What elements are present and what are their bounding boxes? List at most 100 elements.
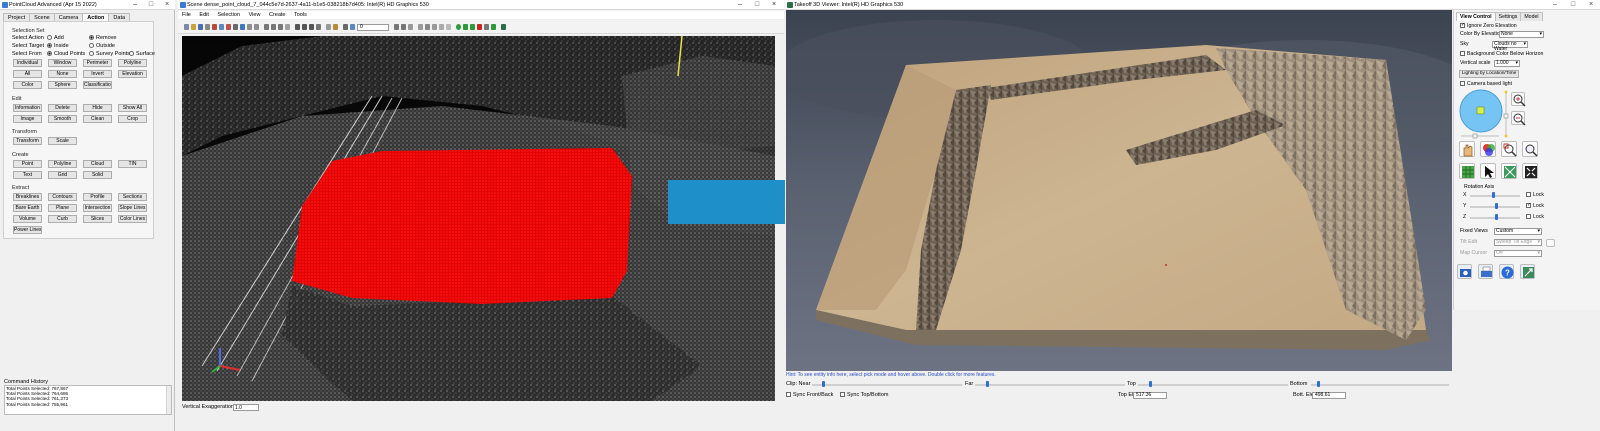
information-button[interactable]: Information (13, 104, 42, 112)
menu-view[interactable]: View (249, 12, 261, 18)
zoom-in-icon[interactable] (1511, 92, 1526, 107)
tilt-edit-select[interactable]: Sweep Tilt Edge (1494, 239, 1542, 246)
tab-action[interactable]: Action (82, 13, 110, 21)
tab-project[interactable]: Project (3, 13, 31, 21)
bottom-thumb[interactable] (1317, 381, 1320, 387)
far-slider[interactable] (975, 384, 1125, 386)
fixed-views-select[interactable]: Custom (1494, 228, 1542, 235)
tilt-edit-tool-icon[interactable] (1546, 239, 1555, 247)
top-elev-field[interactable]: 517.36 (1133, 392, 1167, 399)
vertical-scale-select[interactable]: 1.000 (1494, 60, 1520, 67)
menu-selection[interactable]: Selection (217, 12, 240, 18)
takeoff-icon[interactable] (491, 24, 496, 30)
perimeter-button[interactable]: Perimeter (83, 59, 112, 67)
radio-surface[interactable]: Surface (129, 51, 155, 57)
radio-outside[interactable]: Outside (89, 43, 115, 49)
zoom-extents-icon[interactable] (1522, 141, 1538, 157)
record-icon[interactable] (477, 24, 482, 30)
radio-inside[interactable]: Inside (47, 43, 69, 49)
grid-button[interactable]: Grid (48, 171, 77, 179)
menu-tools[interactable]: Tools (294, 12, 307, 18)
tab-data[interactable]: Data (108, 13, 131, 21)
open-icon[interactable] (191, 24, 196, 30)
smooth-button[interactable]: Smooth (48, 115, 77, 123)
delete-icon[interactable] (226, 24, 231, 30)
profile-button[interactable]: Profile (83, 193, 112, 201)
clean-button[interactable]: Clean (83, 115, 112, 123)
pick-mode-icon[interactable] (1501, 163, 1517, 179)
zoom-out-icon[interactable] (302, 24, 307, 30)
sync-front-back-checkbox[interactable]: Sync Front/Back (786, 392, 833, 398)
curb-button[interactable]: Curb (48, 215, 77, 223)
command-history-list[interactable]: Total Points Selected: 767,867 Total Poi… (4, 385, 172, 415)
fit-icon[interactable] (285, 24, 290, 30)
slope-lines-button[interactable]: Slope Lines (118, 204, 147, 212)
clip-near-slider[interactable] (812, 384, 962, 386)
points-toggle-icon[interactable] (343, 24, 348, 30)
new-icon[interactable] (184, 24, 189, 30)
radio-survey-points[interactable]: Survey Points (89, 51, 130, 57)
top-thumb[interactable] (1149, 381, 1152, 387)
profile-icon[interactable] (425, 24, 430, 30)
snap-icon[interactable] (401, 24, 406, 30)
copy-icon[interactable] (219, 24, 224, 30)
vertical-exaggeration-select[interactable]: 1.0 (233, 404, 259, 411)
filter-icon[interactable] (408, 24, 413, 30)
print-icon[interactable] (1478, 264, 1493, 279)
point-button[interactable]: Point (13, 160, 42, 168)
hide-button[interactable]: Hide (83, 104, 112, 112)
intersection-button[interactable]: Intersection (83, 204, 112, 212)
pointer-icon[interactable] (1480, 163, 1496, 179)
save-icon[interactable] (198, 24, 203, 30)
export-icon[interactable] (484, 24, 489, 30)
tab-camera[interactable]: Camera (53, 13, 84, 21)
grid-surface-icon[interactable] (1459, 163, 1475, 179)
help-icon[interactable]: ? (1499, 264, 1514, 279)
print-icon[interactable] (205, 24, 210, 30)
bare-earth-button[interactable]: Bare Earth (13, 204, 42, 212)
transform-button[interactable]: Transform (13, 137, 42, 145)
redo-icon[interactable] (254, 24, 259, 30)
maximize-icon[interactable]: □ (753, 1, 761, 9)
clip-near-thumb[interactable] (822, 381, 825, 387)
sky-select[interactable]: Clouds no Water (1492, 41, 1528, 52)
rotate-icon[interactable] (271, 24, 276, 30)
measure-icon[interactable] (316, 24, 321, 30)
sphere-button[interactable]: Sphere (48, 81, 77, 89)
lock-z-checkbox[interactable]: Lock (1526, 214, 1544, 220)
light-icon[interactable] (333, 24, 338, 30)
tab-scene[interactable]: Scene (29, 13, 55, 21)
minimize-icon[interactable]: – (1551, 1, 1559, 9)
solid-button[interactable]: Solid (83, 171, 112, 179)
power-lines-button[interactable]: Power Lines (13, 226, 42, 234)
zoom-out-icon[interactable] (1511, 111, 1526, 126)
maximize-icon[interactable]: □ (147, 1, 155, 9)
image-button[interactable]: Image (13, 115, 42, 123)
crop-button[interactable]: Crop (118, 115, 147, 123)
sync-top-bottom-checkbox[interactable]: Sync Top/Bottom (840, 392, 888, 398)
3d-viewer-icon[interactable] (501, 24, 506, 30)
lighting-button[interactable]: Lighting by Location/Time (1459, 70, 1519, 78)
bg-color-below-checkbox[interactable]: Background Color Below Horizon (1460, 51, 1543, 57)
fit-view-icon[interactable] (1522, 163, 1538, 179)
close-icon[interactable]: × (163, 1, 171, 9)
color-button[interactable]: Color (13, 81, 42, 89)
text-button[interactable]: Text (13, 171, 42, 179)
minimize-icon[interactable]: – (736, 1, 744, 9)
camera-light-checkbox[interactable]: Camera based light (1460, 81, 1512, 87)
menu-file[interactable]: File (182, 12, 191, 18)
pan-icon[interactable] (264, 24, 269, 30)
maximize-icon[interactable]: □ (1569, 1, 1577, 9)
axis-z-thumb[interactable] (1495, 214, 1498, 220)
tab-model[interactable]: Model (1520, 12, 1543, 21)
cut-icon[interactable] (212, 24, 217, 30)
grid-toggle-icon[interactable] (326, 24, 331, 30)
color-lines-button[interactable]: Color Lines (118, 215, 147, 223)
volume-button[interactable]: Volume (13, 215, 42, 223)
elevation-button[interactable]: Elevation (118, 70, 147, 78)
radio-cloud-points[interactable]: Cloud Points (47, 51, 85, 57)
window-button[interactable]: Window (48, 59, 77, 67)
show-all-button[interactable]: Show All (118, 104, 147, 112)
cloud-button[interactable]: Cloud (83, 160, 112, 168)
polyline-create-button[interactable]: Polyline (48, 160, 77, 168)
